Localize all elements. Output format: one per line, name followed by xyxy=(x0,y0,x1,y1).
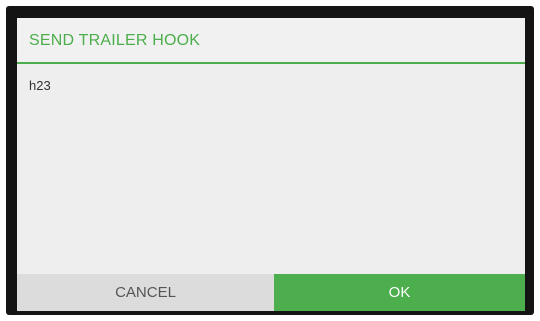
dialog-body: h23 xyxy=(17,64,525,274)
dialog-title: SEND TRAILER HOOK xyxy=(29,32,201,49)
ok-button-label: OK xyxy=(388,284,411,301)
cancel-button-label: CANCEL xyxy=(115,284,176,301)
dialog-header: SEND TRAILER HOOK xyxy=(17,18,525,64)
ok-button[interactable]: OK xyxy=(274,274,525,311)
send-trailer-hook-dialog: SEND TRAILER HOOK h23 CANCEL OK xyxy=(17,18,525,311)
dialog-message: h23 xyxy=(29,78,51,93)
cancel-button[interactable]: CANCEL xyxy=(17,274,274,311)
